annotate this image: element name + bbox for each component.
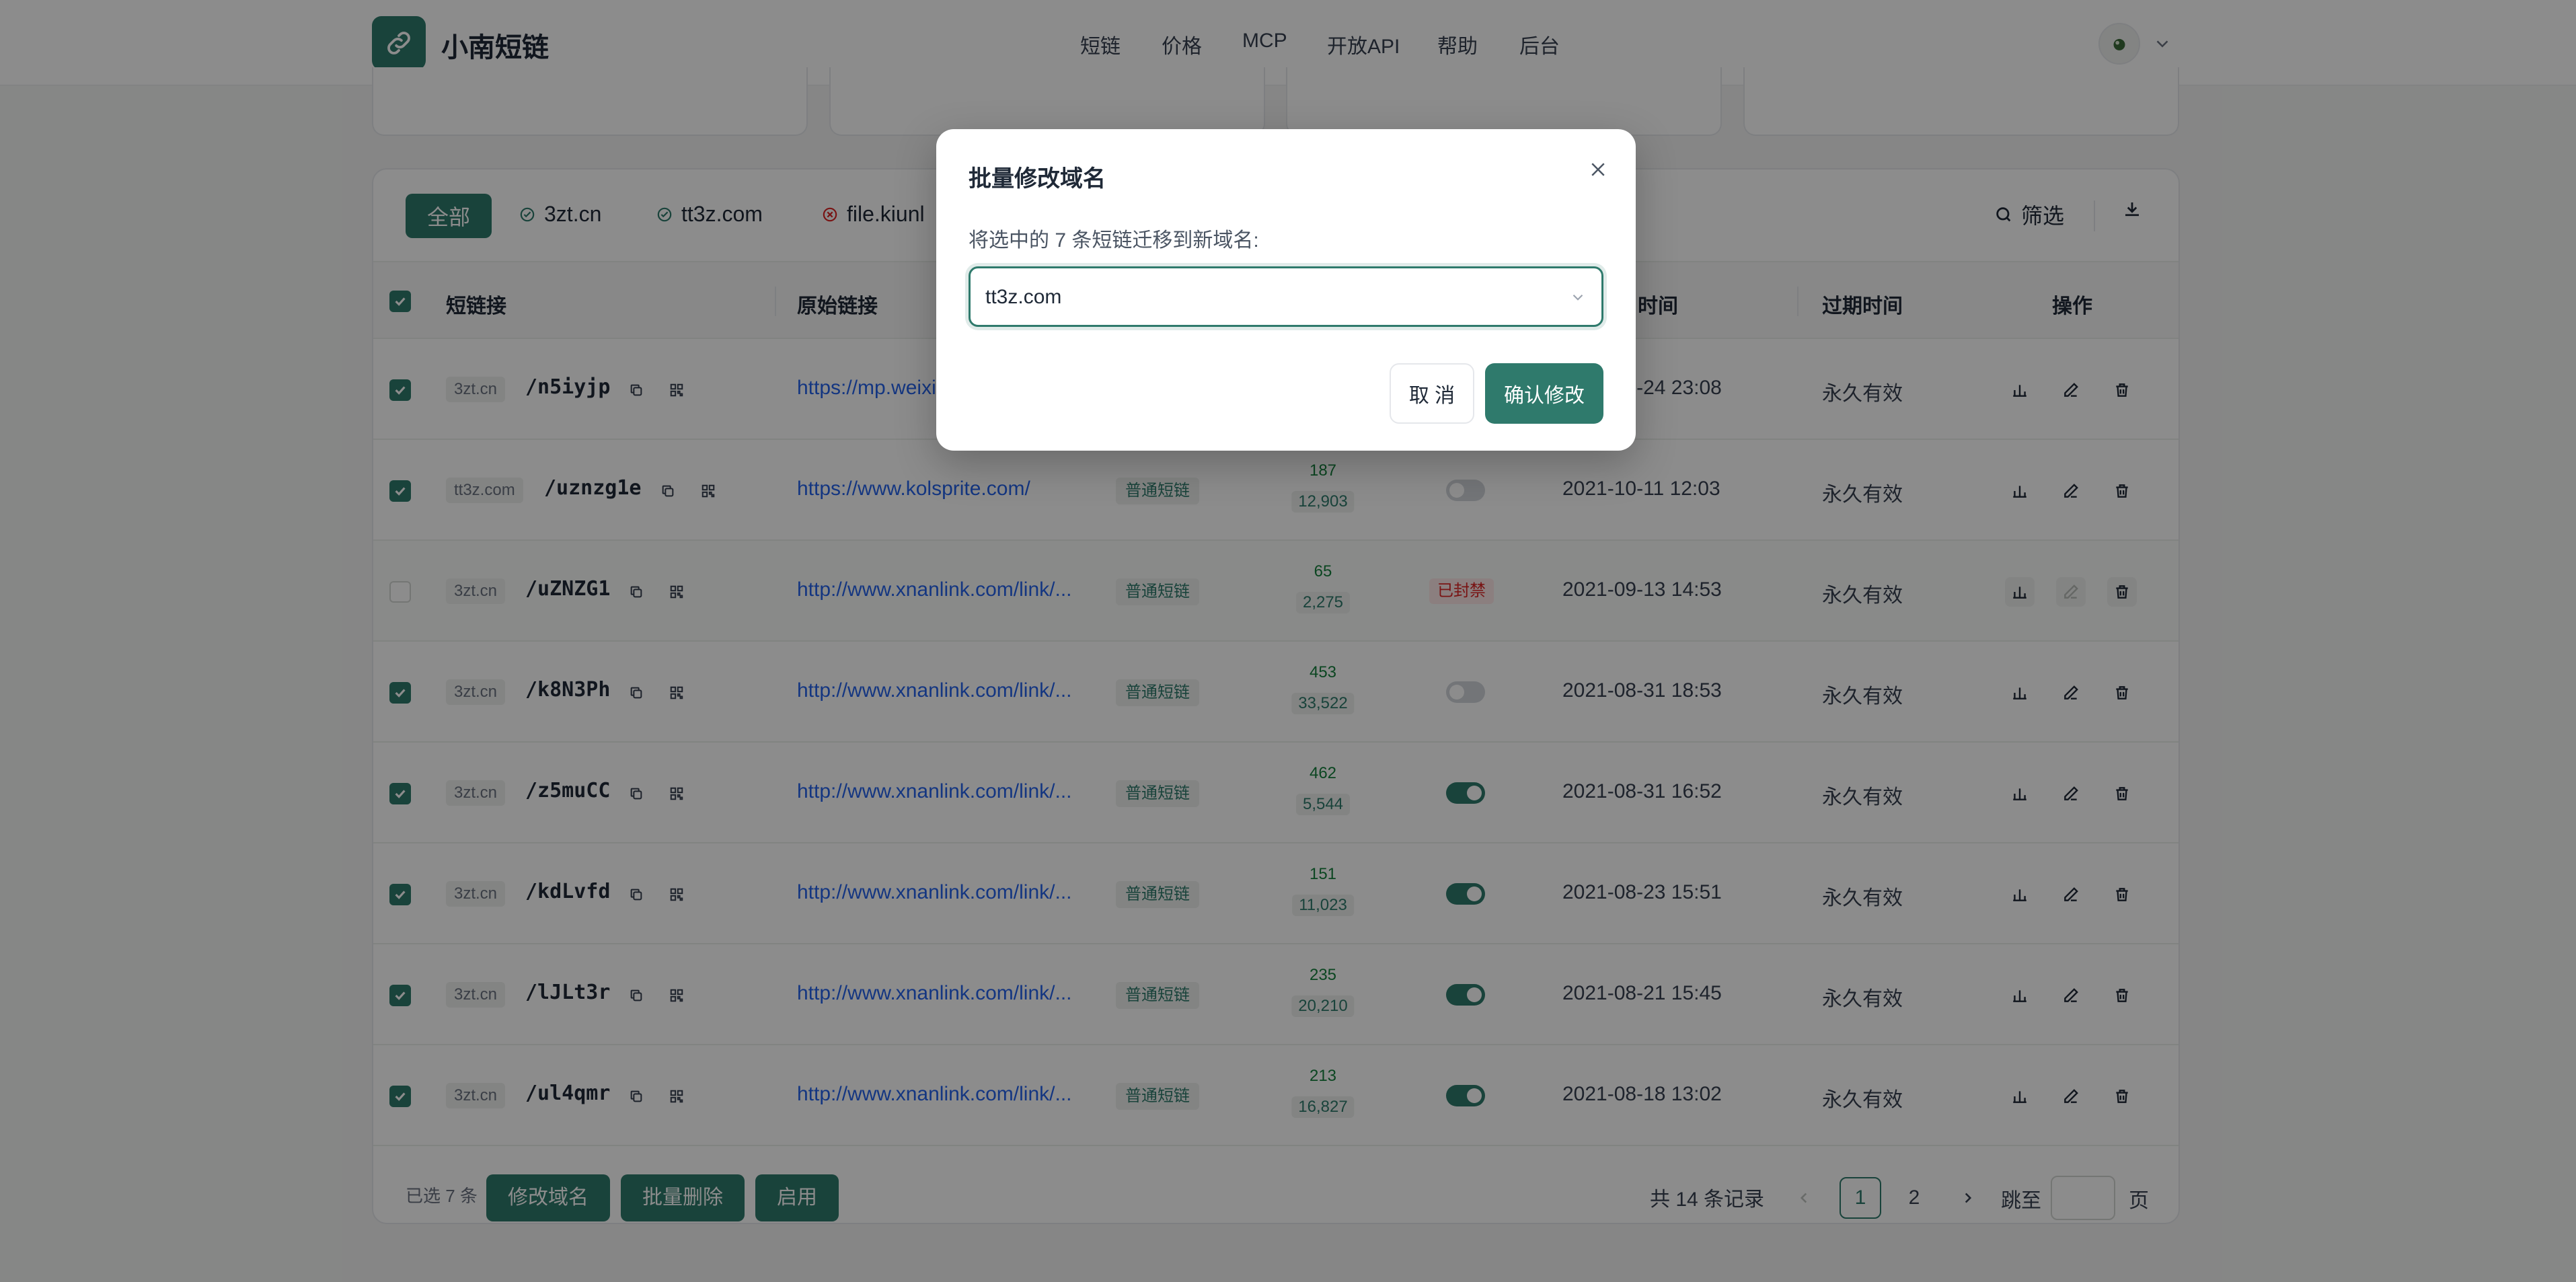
domain-select-value: tt3z.com — [985, 286, 1062, 308]
domain-select[interactable]: tt3z.com — [969, 266, 1603, 327]
confirm-button[interactable]: 确认修改 — [1485, 363, 1603, 424]
modal-title: 批量修改域名 — [969, 166, 1106, 192]
batch-change-domain-modal: 批量修改域名 将选中的 7 条短链迁移到新域名: tt3z.com 取 消 确认… — [936, 129, 1636, 451]
close-icon[interactable] — [1585, 156, 1612, 183]
modal-description: 将选中的 7 条短链迁移到新域名: — [969, 229, 1259, 252]
chevron-down-icon — [1569, 289, 1587, 309]
cancel-button[interactable]: 取 消 — [1390, 363, 1474, 424]
